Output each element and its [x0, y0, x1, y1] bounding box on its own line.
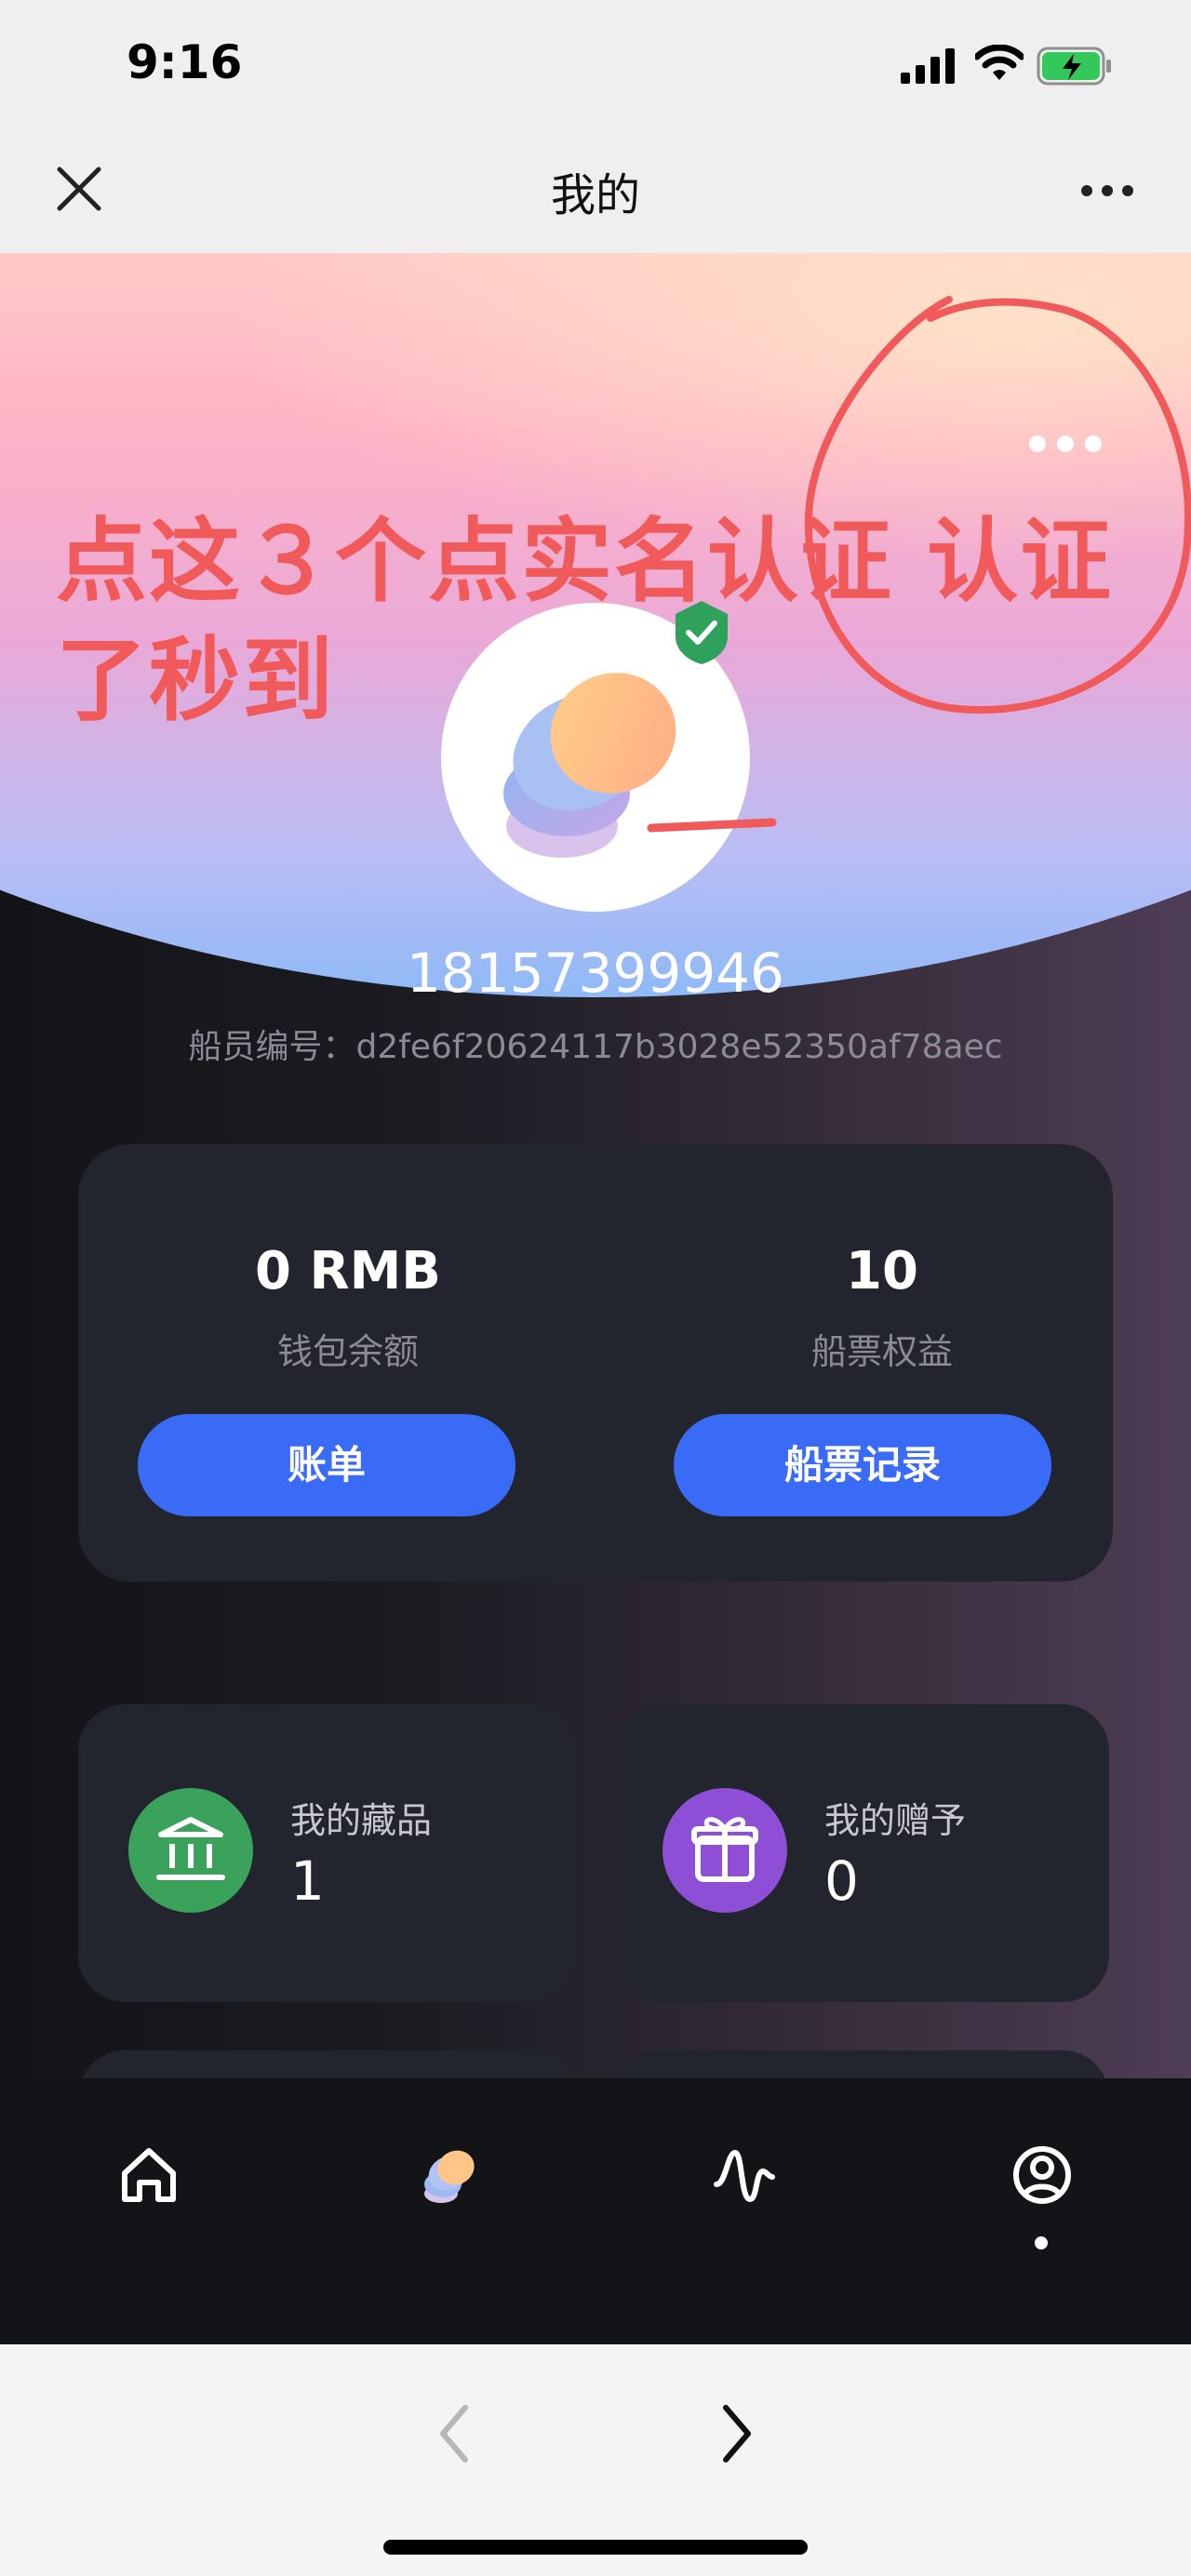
annotation-underline [647, 818, 777, 833]
member-id: 船员编号：d2fe6f20624117b3028e52350af78aec [188, 1028, 1003, 1066]
username: 18157399946 [407, 941, 784, 1005]
status-time: 9:16 [127, 35, 243, 89]
wallet-card: 0 RMB 钱包余额 10 船票权益 账单 船票记录 [78, 1144, 1113, 1582]
verified-badge-icon [676, 601, 728, 664]
card-partial [78, 2050, 575, 2078]
battery-icon [1037, 47, 1111, 86]
ticket-value: 10 [846, 1241, 918, 1301]
wifi-icon [975, 45, 1024, 80]
card-partial [612, 2050, 1109, 2078]
nav-more-button[interactable] [1070, 167, 1144, 214]
bank-icon [128, 1788, 253, 1913]
page-title: 我的 [550, 169, 640, 221]
gift-icon [662, 1788, 787, 1913]
close-button[interactable] [47, 156, 112, 221]
active-tab-indicator [1035, 2236, 1048, 2249]
close-icon [57, 167, 101, 211]
card-label: 我的赠予 [824, 1800, 967, 1841]
home-icon[interactable] [93, 2119, 205, 2231]
bill-button[interactable]: 账单 [138, 1414, 515, 1516]
activity-icon[interactable] [689, 2119, 800, 2231]
card-label: 我的藏品 [290, 1800, 433, 1841]
profile-page: 点这３个点实名认证 认证了秒到 18157399946 船员编号：d2fe6f2… [0, 253, 1191, 2078]
ticket-record-button[interactable]: 船票记录 [674, 1414, 1051, 1516]
my-gifts-card[interactable]: 我的赠予 0 [612, 1704, 1109, 2002]
back-arrow-icon[interactable] [428, 2396, 484, 2471]
more-horizontal-icon [1081, 185, 1133, 196]
card-value: 0 [824, 1849, 859, 1913]
wallet-balance-label: 钱包余额 [276, 1331, 419, 1372]
collection-logo-icon[interactable] [391, 2119, 502, 2231]
user-circle-icon[interactable] [986, 2119, 1098, 2231]
signal-icon [901, 48, 955, 84]
forward-arrow-icon[interactable] [707, 2396, 763, 2471]
my-collection-card[interactable]: 我的藏品 1 [78, 1704, 575, 2002]
bottom-tab-bar [0, 2078, 1191, 2344]
card-value: 1 [290, 1849, 325, 1913]
home-indicator [383, 2540, 808, 2555]
ticket-label: 船票权益 [810, 1331, 953, 1372]
wallet-balance-value: 0 RMB [255, 1241, 441, 1301]
